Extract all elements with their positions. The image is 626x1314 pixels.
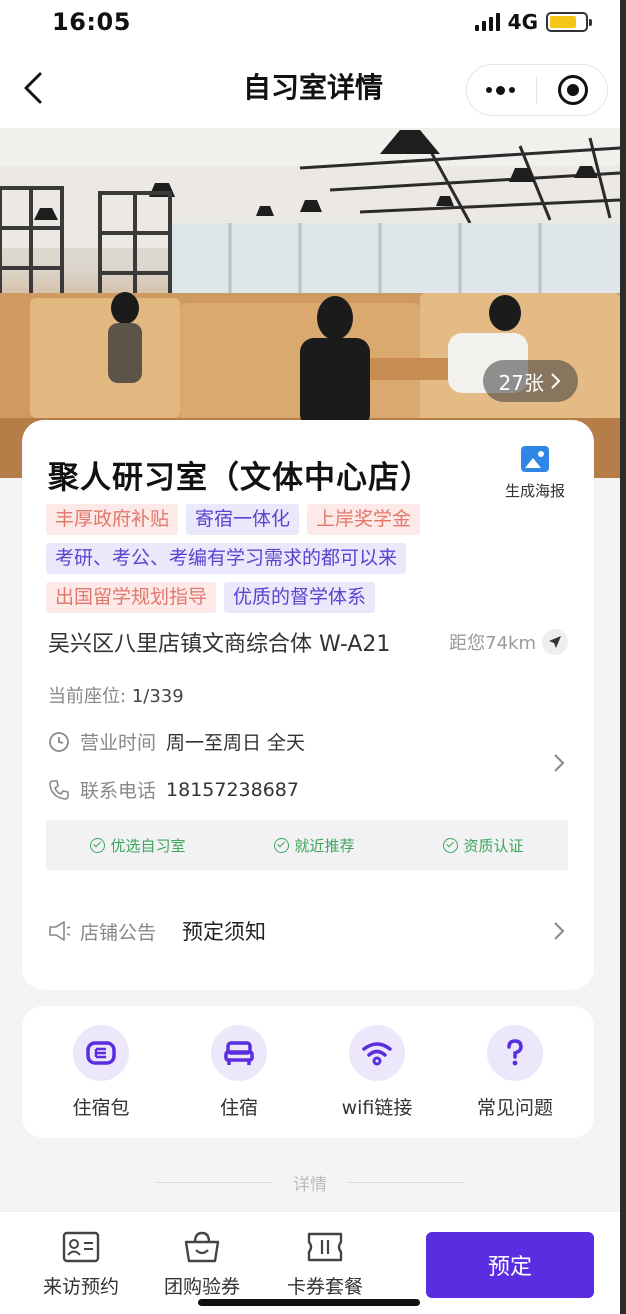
service-lodging-package[interactable]: 住宿包	[41, 1024, 161, 1120]
visit-appointment-label: 来访预约	[42, 1276, 119, 1298]
business-hours-row[interactable]: 营业时间 周一至周日 全天	[48, 728, 305, 755]
clock-icon	[49, 731, 69, 752]
chevron-right-icon	[551, 373, 561, 389]
nav-bar: 自习室详情	[0, 44, 626, 128]
tag: 丰厚政府补贴	[46, 504, 179, 535]
screen-edge	[620, 0, 626, 1314]
tag: 出国留学规划指导	[46, 582, 217, 613]
close-mini-program-icon[interactable]	[558, 75, 589, 105]
address-row[interactable]: 吴兴区八里店镇文商综合体 W-A21 距您74km	[48, 626, 568, 658]
group-voucher-button[interactable]: 团购验券	[147, 1230, 257, 1299]
image-icon	[521, 446, 549, 472]
id-card-icon	[62, 1231, 100, 1263]
shop-notice-row[interactable]: 店铺公告 预定须知	[48, 916, 568, 946]
hours-value: 周一至周日 全天	[166, 732, 306, 754]
status-time: 16:05	[52, 8, 131, 36]
generate-poster-label: 生成海报	[504, 482, 565, 500]
badge-label: 资质认证	[463, 836, 524, 855]
chevron-right-icon	[554, 922, 565, 940]
service-faq[interactable]: 常见问题	[455, 1024, 575, 1120]
status-bar: 16:05 4G	[0, 0, 626, 44]
distance-info[interactable]: 距您74km	[449, 629, 568, 655]
distance-text: 距您74km	[449, 633, 536, 654]
shopping-bag-icon	[184, 1231, 220, 1263]
shop-tags: 丰厚政府补贴 寄宿一体化 上岸奖学金 考研、考公、考编有学习需求的都可以来 出国…	[46, 504, 516, 613]
navigation-arrow-icon[interactable]	[542, 629, 568, 655]
check-circle-icon	[274, 837, 290, 853]
bed-icon	[211, 1024, 267, 1081]
shop-info-card: 聚人研习室（文体中心店） 生成海报 丰厚政府补贴 寄宿一体化 上岸奖学金 考研、…	[22, 420, 594, 990]
status-indicators: 4G	[474, 10, 592, 34]
signal-icon	[474, 13, 500, 31]
badge-selected: 优选自习室	[90, 835, 186, 856]
phone-row[interactable]: 联系电话 18157238687	[48, 776, 299, 803]
service-lodging[interactable]: 住宿	[179, 1024, 299, 1120]
hours-label: 营业时间	[80, 732, 157, 754]
service-label: 住宿	[219, 1096, 258, 1119]
divider-line	[347, 1182, 465, 1183]
visit-appointment-button[interactable]: 来访预约	[26, 1230, 136, 1299]
service-wifi[interactable]: wifi链接	[317, 1024, 437, 1120]
chevron-right-icon[interactable]	[552, 752, 566, 774]
capsule-divider	[535, 77, 537, 103]
mini-program-capsule	[466, 64, 608, 116]
notice-label: 店铺公告	[80, 921, 157, 944]
card-package-label: 卡券套餐	[286, 1276, 363, 1298]
photo-count-text: 27张	[498, 370, 544, 395]
generate-poster-button[interactable]: 生成海报	[500, 446, 570, 501]
phone-label: 联系电话	[80, 780, 157, 802]
question-icon	[487, 1024, 543, 1081]
certification-badges: 优选自习室 就近推荐 资质认证	[46, 820, 568, 870]
badge-certified: 资质认证	[443, 835, 524, 856]
tag: 寄宿一体化	[186, 504, 300, 535]
group-voucher-label: 团购验券	[163, 1276, 240, 1298]
tag: 上岸奖学金	[307, 504, 421, 535]
card-package-button[interactable]: 卡券套餐	[270, 1230, 380, 1299]
home-indicator	[198, 1299, 420, 1306]
divider-line	[155, 1182, 273, 1183]
seats-value: 1/339	[131, 686, 184, 707]
photo-count-badge[interactable]: 27张	[482, 360, 578, 402]
current-seats: 当前座位: 1/339	[48, 682, 184, 708]
badge-label: 优选自习室	[110, 836, 186, 855]
details-divider: 详情	[0, 1170, 620, 1195]
phone-value: 18157238687	[166, 778, 299, 801]
tag: 考研、考公、考编有学习需求的都可以来	[46, 543, 407, 574]
seats-label: 当前座位:	[48, 686, 127, 707]
phone-icon	[49, 779, 69, 800]
ticket-icon	[307, 1232, 343, 1262]
service-label: 住宿包	[72, 1096, 130, 1119]
lodging-package-icon	[73, 1024, 129, 1081]
service-label: wifi链接	[341, 1096, 413, 1119]
battery-icon	[546, 12, 592, 32]
network-type: 4G	[507, 10, 538, 34]
shop-address: 吴兴区八里店镇文商综合体 W-A21	[48, 632, 391, 657]
notice-text: 预定须知	[182, 920, 267, 944]
shop-name: 聚人研习室（文体中心店）	[48, 460, 432, 496]
check-circle-icon	[443, 837, 459, 853]
badge-nearby: 就近推荐	[274, 835, 355, 856]
check-circle-icon	[90, 837, 106, 853]
services-card: 住宿包 住宿 wifi链接 常见问题	[22, 1006, 594, 1138]
details-heading: 详情	[293, 1175, 327, 1195]
back-icon[interactable]	[16, 68, 56, 108]
badge-label: 就近推荐	[294, 836, 355, 855]
service-label: 常见问题	[476, 1096, 553, 1119]
tag: 优质的督学体系	[224, 582, 376, 613]
megaphone-icon	[49, 921, 71, 941]
wifi-icon	[349, 1024, 405, 1081]
more-icon[interactable]	[485, 85, 515, 95]
book-button[interactable]: 预定	[426, 1232, 594, 1298]
page-title: 自习室详情	[242, 71, 383, 104]
